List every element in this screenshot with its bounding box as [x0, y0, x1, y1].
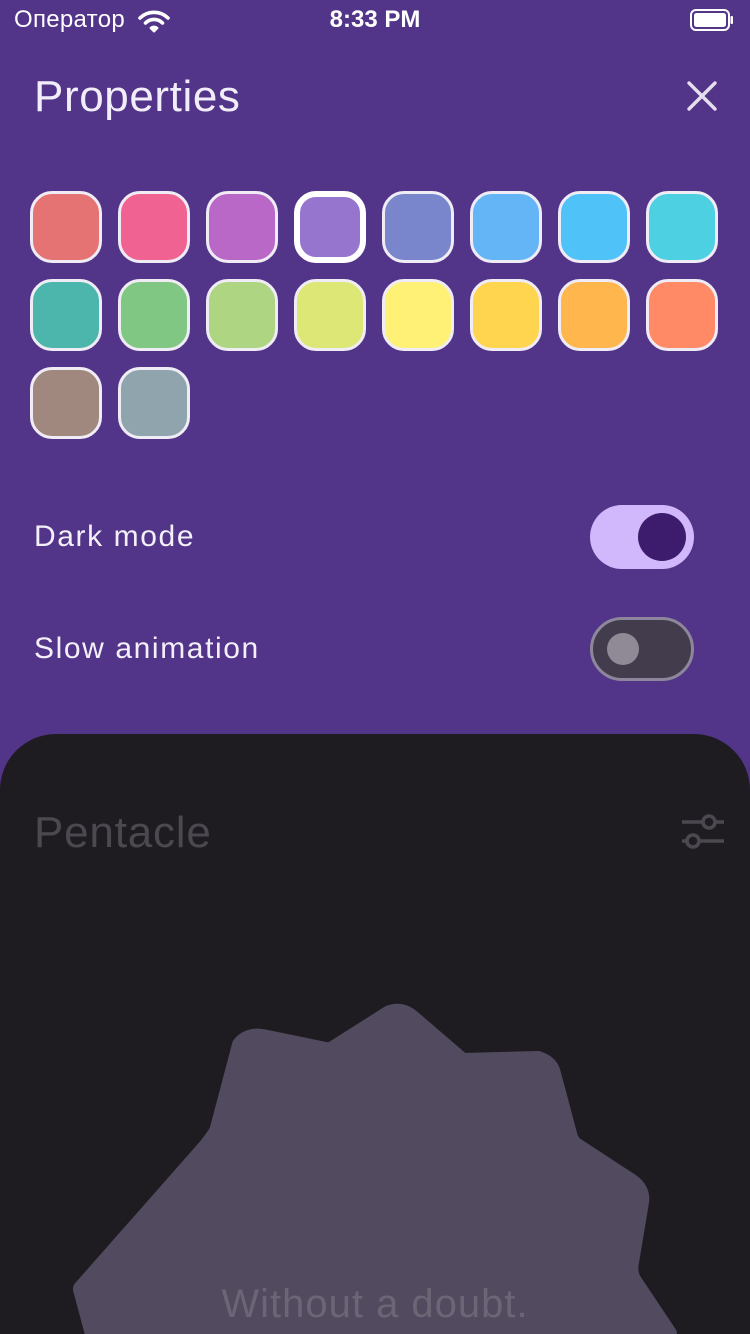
color-swatch[interactable]: [118, 279, 190, 351]
color-swatch[interactable]: [382, 279, 454, 351]
color-swatch[interactable]: [470, 279, 542, 351]
tune-icon[interactable]: [680, 812, 724, 852]
toggle-knob: [607, 633, 639, 665]
color-swatch[interactable]: [646, 279, 718, 351]
color-swatch[interactable]: [382, 191, 454, 263]
color-swatch[interactable]: [294, 191, 366, 263]
color-swatch[interactable]: [30, 367, 102, 439]
battery-icon: [690, 9, 733, 31]
dark-mode-label: Dark mode: [34, 520, 196, 553]
color-swatch[interactable]: [206, 191, 278, 263]
toggle-knob: [638, 513, 686, 561]
color-swatch[interactable]: [118, 191, 190, 263]
status-bar: Оператор 8:33 PM: [0, 0, 750, 40]
slow-animation-toggle[interactable]: [590, 617, 694, 681]
color-swatch[interactable]: [646, 191, 718, 263]
main-title: Pentacle: [34, 808, 212, 857]
properties-title: Properties: [34, 72, 241, 121]
color-swatch[interactable]: [470, 191, 542, 263]
answer-text: Without a doubt.: [221, 1282, 529, 1326]
color-swatch[interactable]: [558, 191, 630, 263]
slow-animation-label: Slow animation: [34, 632, 260, 665]
main-card: Pentacle Without a doubt.: [0, 734, 750, 1334]
clock: 8:33 PM: [329, 6, 421, 33]
color-swatch[interactable]: [558, 279, 630, 351]
color-swatch[interactable]: [30, 191, 102, 263]
color-swatch[interactable]: [206, 279, 278, 351]
close-icon[interactable]: [680, 74, 724, 118]
dark-mode-toggle[interactable]: [590, 505, 694, 569]
color-swatch[interactable]: [30, 279, 102, 351]
color-swatch[interactable]: [294, 279, 366, 351]
color-swatch[interactable]: [118, 367, 190, 439]
